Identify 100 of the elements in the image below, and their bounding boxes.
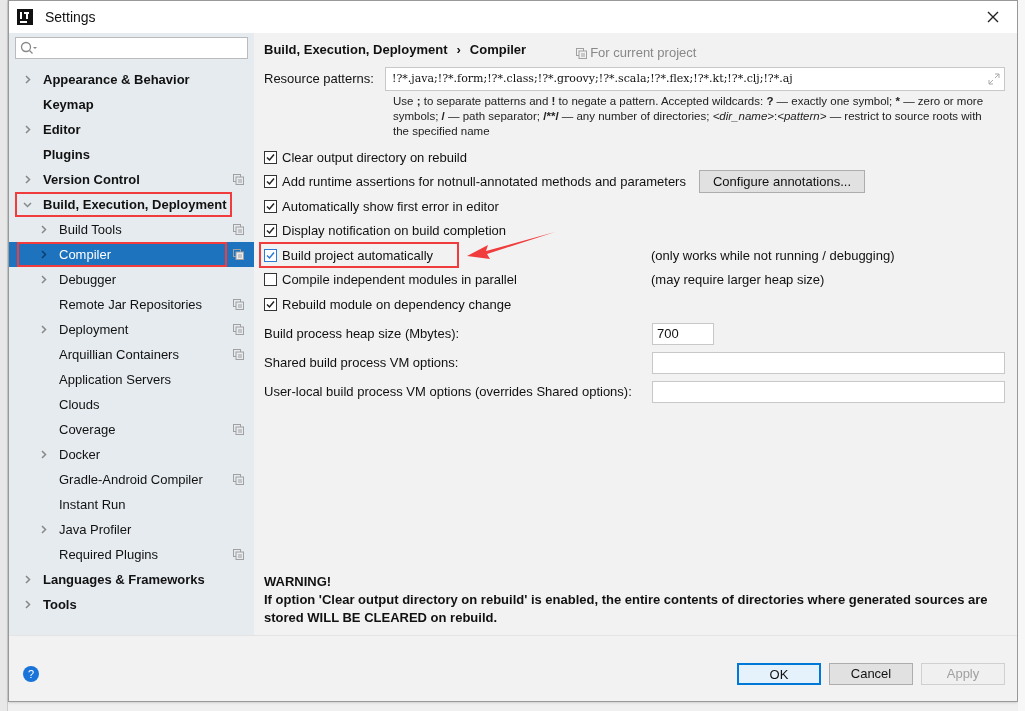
breadcrumb-separator: › — [456, 41, 461, 60]
checkbox[interactable] — [264, 199, 277, 213]
tree-item[interactable]: Plugins — [9, 142, 254, 167]
note-text: (only works while not running / debugging) — [651, 246, 895, 265]
tree-item[interactable]: Version Control — [9, 167, 254, 192]
input-field[interactable]: 700 — [652, 323, 714, 345]
tree-item[interactable]: Coverage — [9, 417, 254, 442]
field-label: Build process heap size (Mbytes): — [264, 325, 461, 344]
close-icon — [987, 11, 999, 23]
project-scope-icon — [233, 249, 244, 260]
tree-item[interactable]: Tools — [9, 592, 254, 617]
chevron-right-icon[interactable] — [38, 450, 48, 459]
project-scope-icon — [233, 174, 244, 185]
project-scope-icon — [233, 474, 244, 485]
item-label: Build Tools — [59, 220, 122, 239]
checkbox[interactable] — [264, 175, 277, 189]
tree-item[interactable]: Clouds — [9, 392, 254, 417]
checkbox-label: Display notification on build completion — [282, 222, 506, 240]
field-label: User-local build process VM options (overrides Shared options): — [264, 383, 633, 402]
search-icon — [20, 41, 38, 55]
scope-label: For current project — [590, 44, 697, 63]
chevron-right-icon[interactable] — [38, 225, 48, 234]
item-label: Java Profiler — [59, 520, 132, 539]
tree-item[interactable]: Required Plugins — [9, 542, 254, 567]
warning-title: WARNING! — [264, 573, 333, 591]
chevron-right-icon[interactable] — [22, 175, 32, 184]
checkbox-label: Add runtime assertions for notnull-annotated methods and parameters — [282, 173, 686, 191]
tree-item[interactable]: Application Servers — [9, 367, 254, 392]
field-label: Shared build process VM options: — [264, 354, 460, 373]
chevron-right-icon[interactable] — [22, 75, 32, 84]
checkbox-label: Build project automatically — [282, 246, 434, 265]
tree-item[interactable]: Editor — [9, 117, 254, 142]
hint-text: Use ; to separate patterns and ! to negate a pattern. Accepted wildcards: ? — exactly one symbol; * — zero or more symbols; / — path separator; /**/ — any number of directories; <dir_name>:<pattern> — restrict to source roots with the specified name — [393, 94, 985, 139]
item-label: Plugins — [43, 145, 90, 164]
project-scope-icon — [233, 224, 244, 235]
tree-item[interactable]: Appearance & Behavior — [9, 67, 254, 92]
project-scope-icon — [233, 549, 244, 560]
project-scope-icon — [576, 47, 588, 59]
tree-item[interactable]: Debugger — [9, 267, 254, 292]
app-logo-icon — [17, 9, 33, 25]
chevron-right-icon[interactable] — [38, 275, 48, 284]
checkbox[interactable] — [264, 150, 277, 164]
tree-item[interactable]: Java Profiler — [9, 517, 254, 542]
project-scope-icon — [233, 349, 244, 360]
tree-item[interactable]: Docker — [9, 442, 254, 467]
tree-item[interactable]: Gradle-Android Compiler — [9, 467, 254, 492]
breadcrumb-item[interactable]: Build, Execution, Deployment — [264, 40, 448, 60]
checkbox-label: Rebuild module on dependency change — [282, 295, 512, 314]
chevron-right-icon[interactable] — [22, 575, 32, 584]
tree-item[interactable]: Remote Jar Repositories — [9, 292, 254, 317]
tree-item[interactable]: Arquillian Containers — [9, 342, 254, 367]
chevron-right-icon[interactable] — [22, 125, 32, 134]
field-label: Resource patterns: — [264, 70, 375, 89]
item-label: Version Control — [43, 170, 140, 189]
tree-item[interactable]: Deployment — [9, 317, 254, 342]
chevron-right-icon[interactable] — [38, 525, 48, 534]
chevron-right-icon[interactable] — [38, 325, 48, 334]
tree-item[interactable]: Instant Run — [9, 492, 254, 517]
item-label: Application Servers — [59, 370, 171, 389]
item-label: Docker — [59, 445, 101, 464]
item-label: Keymap — [43, 95, 94, 114]
tree-item[interactable]: Build, Execution, Deployment — [9, 192, 254, 217]
chevron-down-icon[interactable] — [22, 200, 32, 209]
project-scope-icon — [233, 299, 244, 310]
chevron-right-icon[interactable] — [22, 600, 32, 609]
item-label: Required Plugins — [59, 545, 158, 564]
tree-item[interactable]: Keymap — [9, 92, 254, 117]
item-label: Deployment — [59, 320, 129, 339]
project-scope-icon — [233, 424, 244, 435]
help-button[interactable]: ? — [23, 665, 39, 682]
checkbox[interactable] — [264, 224, 277, 238]
checkbox[interactable] — [264, 248, 277, 262]
dialog-button[interactable]: OK — [737, 662, 821, 685]
checkbox[interactable] — [264, 273, 277, 287]
configure-annotations-button[interactable]: Configure annotations... — [698, 170, 865, 194]
input-field[interactable] — [652, 381, 1005, 403]
project-scope-icon — [233, 324, 244, 335]
breadcrumb-item: Compiler — [469, 41, 527, 60]
item-label: Compiler — [59, 245, 111, 264]
item-label: Tools — [43, 595, 77, 614]
search-field[interactable] — [15, 37, 248, 59]
tree-item[interactable]: Languages & Frameworks — [9, 567, 254, 592]
item-label: Instant Run — [59, 495, 126, 514]
input-field[interactable] — [652, 352, 1005, 374]
tree-item[interactable]: Compiler — [9, 242, 254, 267]
item-label: Build, Execution, Deployment — [43, 195, 227, 214]
item-label: Debugger — [59, 270, 117, 289]
item-label: Editor — [43, 120, 81, 139]
checkbox-label: Clear output directory on rebuild — [282, 148, 467, 167]
item-label: Clouds — [59, 395, 100, 414]
checkbox[interactable] — [264, 297, 277, 311]
dialog-button[interactable]: Cancel — [829, 662, 913, 685]
tree-item[interactable]: Build Tools — [9, 217, 254, 242]
item-label: Appearance & Behavior — [43, 70, 190, 89]
item-label: Remote Jar Repositories — [59, 295, 203, 314]
expand-icon[interactable] — [988, 73, 1000, 85]
chevron-right-icon[interactable] — [38, 250, 48, 259]
note-text: (may require larger heap size) — [651, 271, 825, 289]
warning-text: If option 'Clear output directory on rebuild' is enabled, the entire contents of directories where generated sources are stored WILL BE CLEARED on rebuild. — [264, 591, 989, 627]
resource-patterns-field[interactable]: !?*.java;!?*.form;!?*.class;!?*.groovy;!?*.scala;!?*.flex;!?*.kt;!?*.clj;!?*.aj — [385, 67, 1005, 91]
